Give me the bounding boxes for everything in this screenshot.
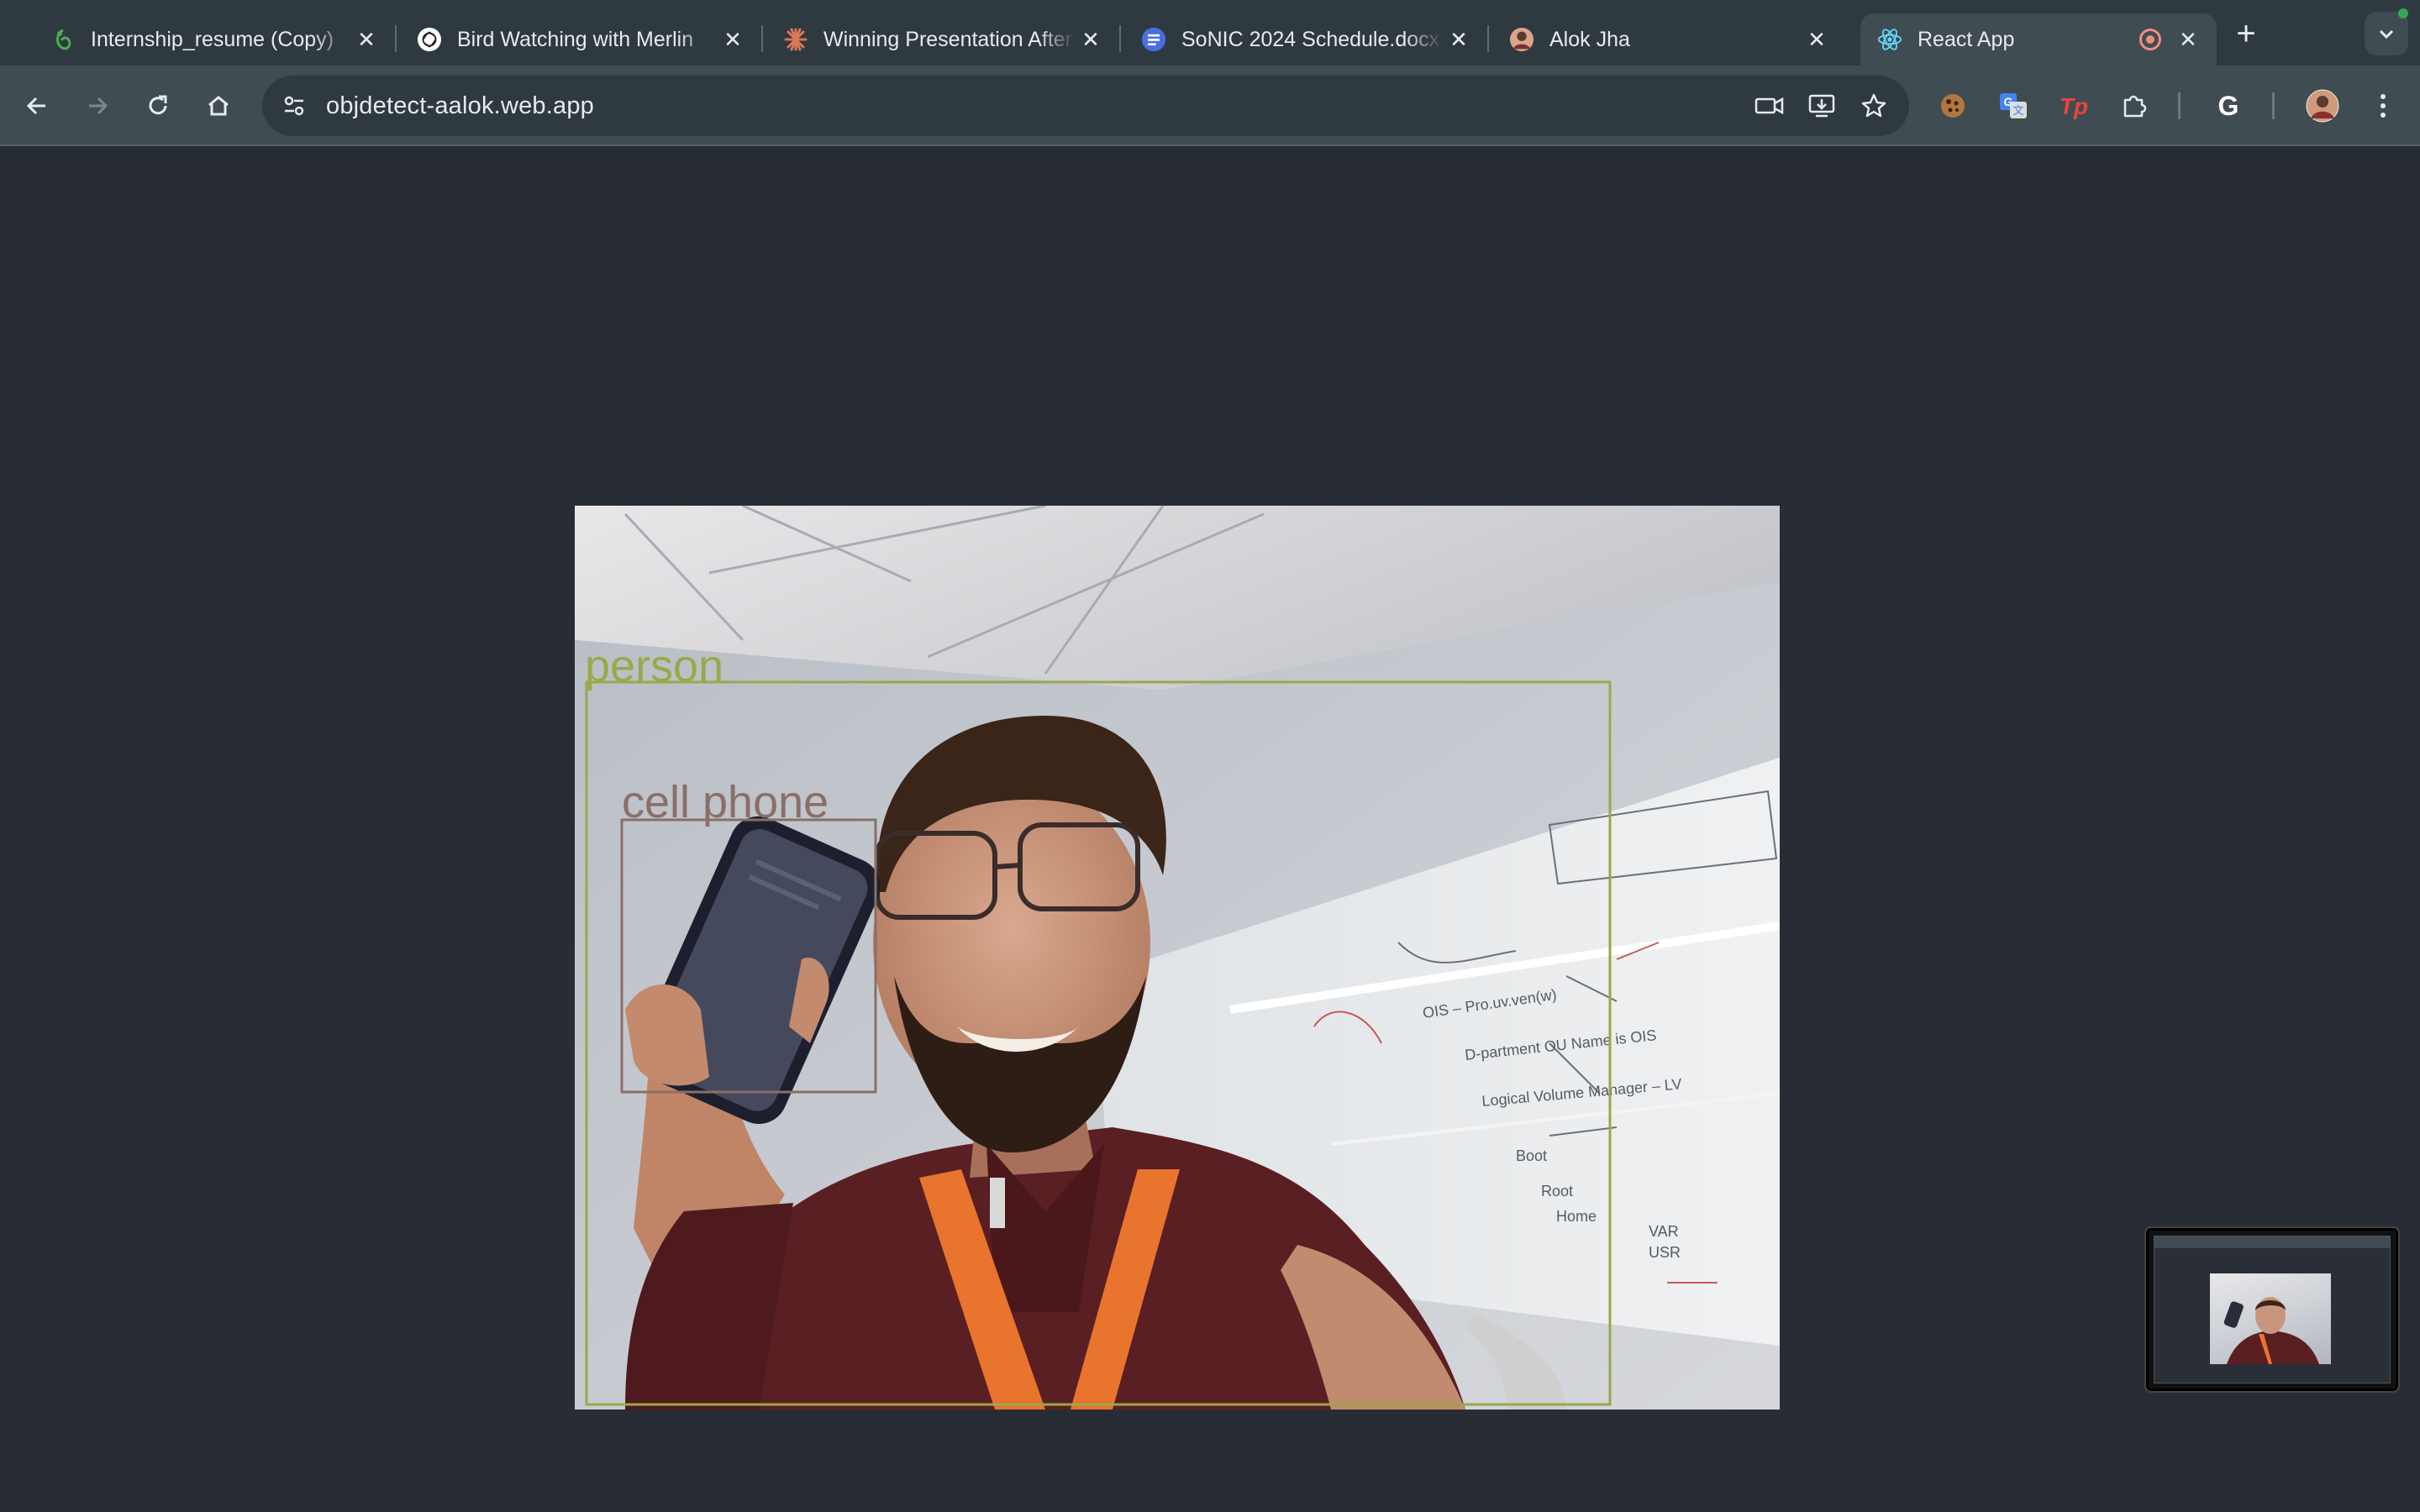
close-icon[interactable]: ✕	[1444, 24, 1474, 55]
overleaf-icon	[50, 27, 76, 52]
svg-text:Tp: Tp	[2060, 93, 2088, 119]
whiteboard-text: Boot	[1516, 1147, 1547, 1164]
svg-text:G: G	[2218, 91, 2239, 121]
tab-title: SoNIC 2024 Schedule.docx	[1181, 27, 1440, 51]
tab-sonic-schedule[interactable]: SoNIC 2024 Schedule.docx ✕	[1124, 13, 1489, 66]
toolbar-separator	[2178, 92, 2181, 119]
tab-alok-jha[interactable]: Alok Jha ✕	[1492, 13, 1845, 66]
claude-icon	[783, 27, 808, 52]
person-detection-label: person	[585, 641, 724, 691]
tab-separator	[1487, 25, 1489, 52]
tab-separator	[761, 25, 763, 52]
tab-winning-presentation[interactable]: Winning Presentation After ✕	[766, 13, 1121, 66]
webcam-scene: OIS – Pro.uv.ven(w) D-partment OU Name i…	[575, 506, 1780, 1410]
home-button[interactable]	[198, 86, 239, 126]
profile-avatar-icon	[1509, 27, 1534, 52]
toolbar-separator	[2272, 92, 2275, 119]
kebab-menu-icon[interactable]	[2363, 86, 2403, 126]
new-tab-button[interactable]: +	[2225, 15, 2267, 52]
tab-separator	[395, 25, 397, 52]
webcam-video-feed: OIS – Pro.uv.ven(w) D-partment OU Name i…	[575, 506, 1780, 1410]
tab-title: Winning Presentation After	[823, 27, 1072, 51]
screen-share-preview[interactable]	[2146, 1228, 2398, 1391]
whiteboard-text: Root	[1541, 1183, 1573, 1200]
tab-bird-watching[interactable]: Bird Watching with Merlin ✕	[400, 13, 763, 66]
tab-title: Internship_resume (Copy)	[91, 27, 334, 51]
tab-internship-resume[interactable]: Internship_resume (Copy) ✕	[34, 13, 397, 66]
chevron-down-icon	[2379, 29, 2394, 39]
tab-react-app[interactable]: React App ✕	[1860, 13, 2217, 66]
preview-video-thumbnail	[2210, 1273, 2331, 1364]
close-icon[interactable]: ✕	[1802, 24, 1832, 55]
tp-extension-icon[interactable]: Tp	[2054, 86, 2094, 126]
close-icon[interactable]: ✕	[351, 24, 381, 55]
preview-toolbar	[2154, 1236, 2390, 1248]
google-docs-icon	[1141, 27, 1166, 52]
profile-avatar-icon[interactable]	[2302, 86, 2343, 126]
recording-indicator-icon	[2139, 29, 2161, 50]
preview-window	[2154, 1236, 2391, 1383]
reload-button[interactable]	[138, 86, 178, 126]
whiteboard-text: USR	[1649, 1244, 1681, 1261]
cookie-extension-icon[interactable]	[1933, 86, 1973, 126]
bookmark-star-icon[interactable]	[1854, 86, 1894, 126]
tab-title: Bird Watching with Merlin	[457, 27, 694, 51]
forward-button[interactable]	[77, 86, 118, 126]
tab-title: React App	[1918, 27, 2015, 51]
arrow-right-icon	[89, 97, 108, 115]
install-app-icon[interactable]	[1802, 86, 1842, 126]
address-bar[interactable]: objdetect-aalok.web.app	[262, 76, 1909, 136]
close-icon[interactable]: ✕	[718, 24, 748, 55]
google-account-icon[interactable]: G	[2208, 86, 2249, 126]
whiteboard-text: VAR	[1649, 1223, 1679, 1240]
react-icon	[1877, 27, 1902, 52]
svg-text:文: 文	[2012, 104, 2023, 117]
home-icon	[208, 96, 229, 116]
close-icon[interactable]: ✕	[2173, 24, 2203, 55]
cell-phone-detection-label: cell phone	[622, 777, 829, 827]
back-button[interactable]	[17, 86, 57, 126]
openai-icon	[417, 27, 442, 52]
tab-strip: Internship_resume (Copy) ✕ Bird Watching…	[0, 0, 2420, 67]
update-dot-icon	[2398, 8, 2408, 18]
browser-toolbar: objdetect-aalok.web.app G文 Tp G	[0, 66, 2420, 146]
site-info-icon[interactable]	[274, 86, 314, 126]
url-text: objdetect-aalok.web.app	[326, 92, 594, 119]
close-icon[interactable]: ✕	[1076, 24, 1106, 55]
tab-title: Alok Jha	[1549, 27, 1630, 51]
extensions-puzzle-icon[interactable]	[2114, 86, 2154, 126]
arrow-left-icon	[26, 97, 45, 115]
tab-separator	[1119, 25, 1121, 52]
page-content: OIS – Pro.uv.ven(w) D-partment OU Name i…	[0, 146, 2420, 1512]
camera-icon[interactable]	[1749, 86, 1790, 126]
google-translate-icon[interactable]: G文	[1993, 86, 2033, 126]
reload-icon	[149, 95, 167, 115]
whiteboard-text: Home	[1556, 1208, 1597, 1225]
